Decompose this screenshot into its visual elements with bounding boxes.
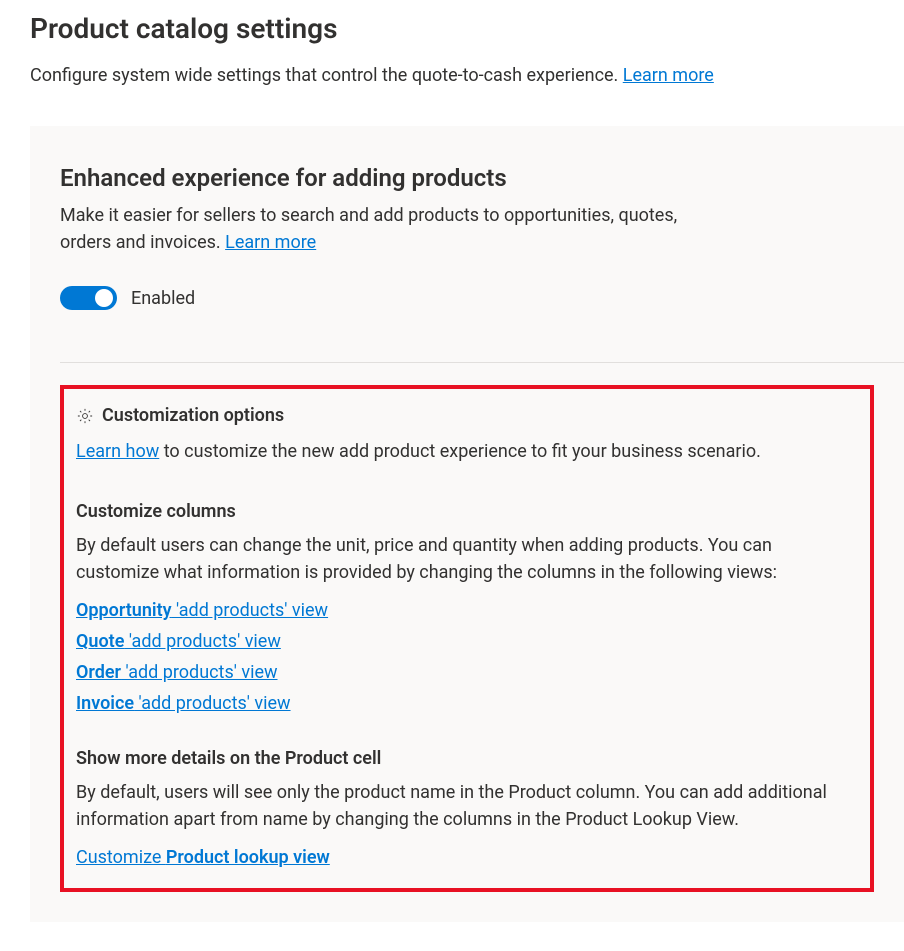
customization-options-title: Customization options [102, 405, 284, 426]
divider [60, 362, 904, 363]
view-link-rest: 'add products' view [121, 662, 277, 683]
opportunity-add-products-view-link[interactable]: Opportunity 'add products' view [76, 600, 328, 621]
enabled-toggle[interactable] [60, 286, 117, 310]
toggle-label: Enabled [131, 288, 195, 309]
list-item: Order 'add products' view [76, 662, 858, 683]
customize-link-prefix: Customize [76, 847, 166, 868]
customize-link-bold: Product lookup view [166, 847, 330, 868]
view-link-bold: Quote [76, 631, 124, 652]
toggle-knob [95, 289, 113, 307]
learn-how-link[interactable]: Learn how [76, 441, 159, 462]
learn-more-link-top[interactable]: Learn more [623, 65, 714, 86]
order-add-products-view-link[interactable]: Order 'add products' view [76, 662, 278, 683]
view-link-bold: Invoice [76, 693, 134, 714]
customize-columns-heading: Customize columns [76, 501, 858, 522]
views-link-list: Opportunity 'add products' view Quote 'a… [76, 600, 858, 714]
page-title: Product catalog settings [30, 12, 874, 45]
list-item: Opportunity 'add products' view [76, 600, 858, 621]
enhanced-desc-text: Make it easier for sellers to search and… [60, 205, 677, 253]
view-link-bold: Opportunity [76, 600, 172, 621]
enhanced-experience-desc: Make it easier for sellers to search and… [60, 202, 710, 256]
list-item: Invoice 'add products' view [76, 693, 858, 714]
customization-options-highlight: Customization options Learn how to custo… [60, 385, 874, 892]
product-cell-heading: Show more details on the Product cell [76, 748, 858, 769]
product-cell-desc: By default, users will see only the prod… [76, 779, 858, 833]
view-link-rest: 'add products' view [124, 631, 280, 652]
view-link-rest: 'add products' view [172, 600, 328, 621]
learn-more-link-enhanced[interactable]: Learn more [225, 232, 316, 253]
gear-icon [76, 407, 94, 425]
quote-add-products-view-link[interactable]: Quote 'add products' view [76, 631, 281, 652]
list-item: Quote 'add products' view [76, 631, 858, 652]
enhanced-experience-title: Enhanced experience for adding products [60, 164, 874, 192]
subtitle-text: Configure system wide settings that cont… [30, 65, 623, 86]
customize-product-lookup-view-link[interactable]: Customize Product lookup view [76, 847, 330, 868]
invoice-add-products-view-link[interactable]: Invoice 'add products' view [76, 693, 291, 714]
customization-intro-text: to customize the new add product experie… [159, 441, 761, 462]
customization-intro: Learn how to customize the new add produ… [76, 438, 858, 465]
view-link-rest: 'add products' view [134, 693, 290, 714]
page-subtitle: Configure system wide settings that cont… [30, 65, 874, 86]
customize-columns-desc: By default users can change the unit, pr… [76, 532, 858, 586]
view-link-bold: Order [76, 662, 121, 683]
